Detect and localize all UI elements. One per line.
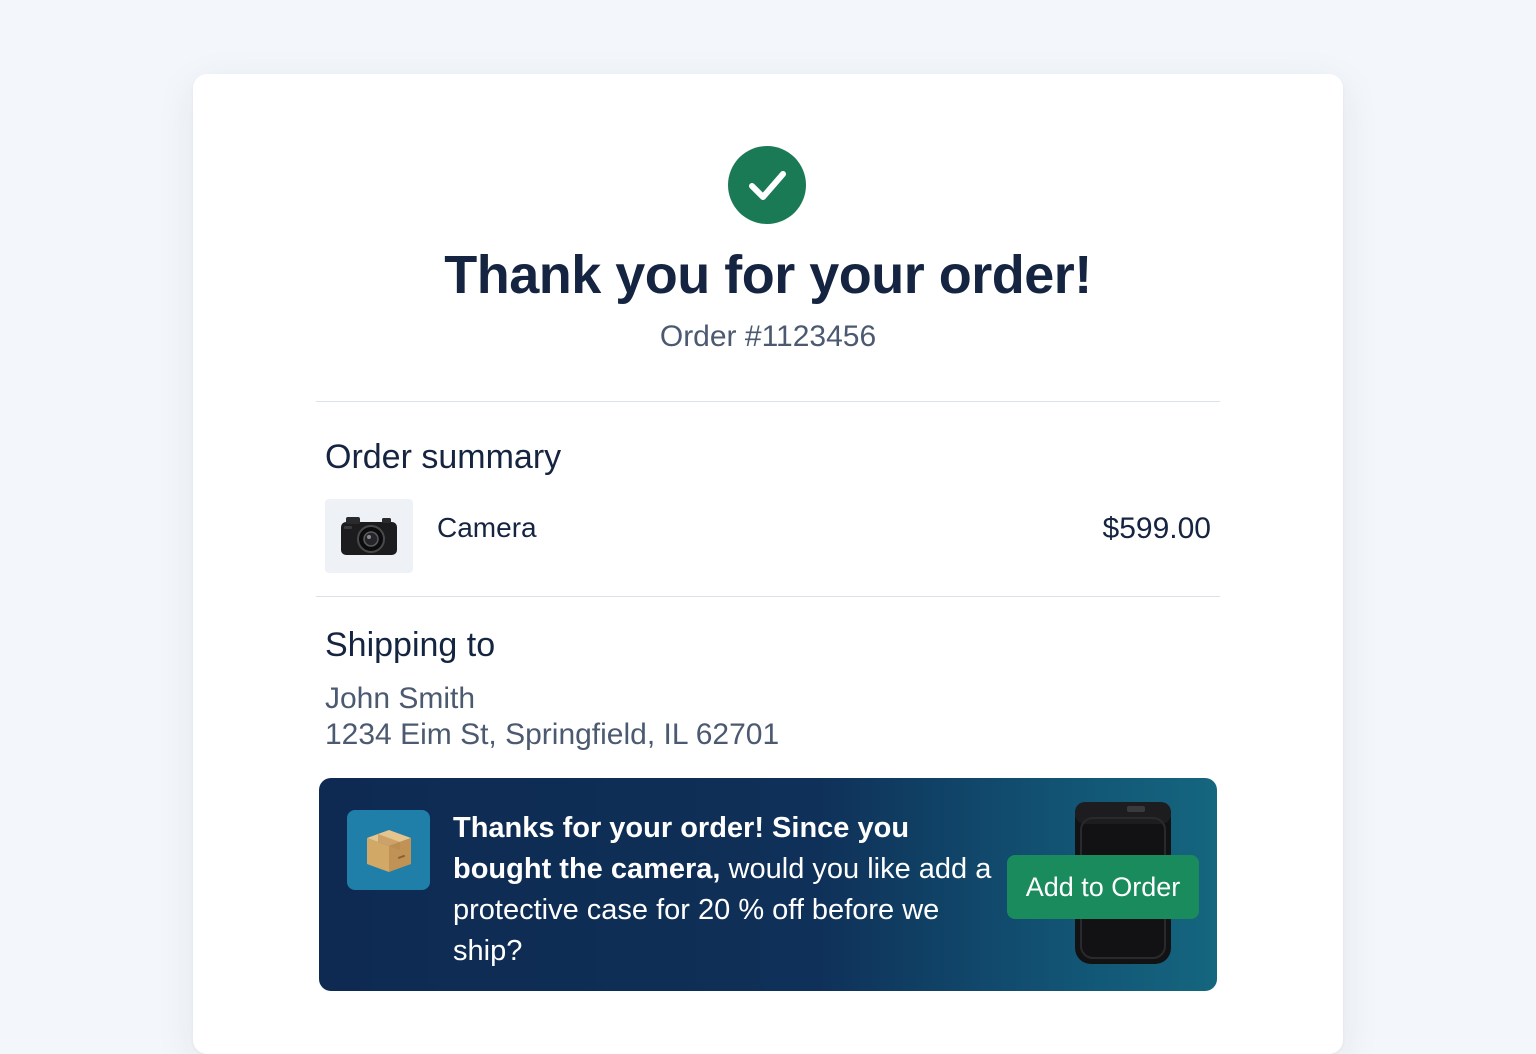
shipping-heading: Shipping to	[325, 626, 496, 664]
add-to-order-button[interactable]: Add to Order	[1007, 855, 1199, 919]
item-price: $599.00	[1102, 512, 1211, 545]
shipping-name: John Smith	[325, 682, 476, 715]
item-name: Camera	[437, 512, 537, 543]
divider	[316, 596, 1220, 597]
upsell-message: Thanks for your order! Since you bought …	[453, 808, 998, 972]
page-title: Thank you for your order!	[444, 245, 1092, 305]
upsell-banner: Thanks for your order! Since you bought …	[319, 778, 1217, 991]
order-number: Order #1123456	[659, 320, 877, 353]
shipping-address: 1234 Eim St, Springfield, IL 62701	[325, 718, 780, 751]
success-check-icon	[728, 146, 806, 224]
camera-icon	[341, 517, 397, 555]
package-icon	[347, 810, 430, 890]
order-summary-heading: Order summary	[325, 438, 562, 476]
camera-thumbnail	[325, 499, 413, 573]
divider	[316, 401, 1220, 402]
